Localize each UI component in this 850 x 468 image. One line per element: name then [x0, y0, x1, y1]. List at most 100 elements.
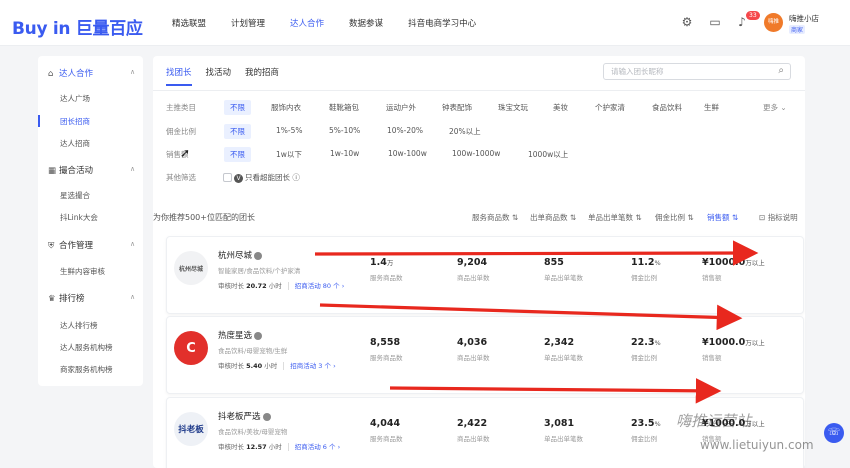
filter-option[interactable]: 运动户外 — [380, 100, 422, 115]
metric-help-button[interactable]: ⊡ 指标说明 — [759, 212, 798, 223]
metric-commission: 22.3% 佣金比例 — [631, 337, 661, 362]
search-icon[interactable]: ⌕ — [778, 65, 784, 76]
tab-divider — [153, 90, 805, 91]
tab-find-activity[interactable]: 找活动 — [206, 66, 232, 86]
user-name[interactable]: 嗨推小店 — [789, 13, 819, 24]
filter-label: 其他筛选 — [166, 173, 196, 182]
chevron-up-icon[interactable]: ∧ — [130, 68, 135, 76]
recommend-title: 为你推荐500+位匹配的团长 — [153, 213, 255, 222]
leader-name[interactable]: 杭州尽城 — [218, 249, 263, 261]
sidebar-item-talent-rank[interactable]: 达人排行榜 — [60, 320, 98, 331]
filter-option[interactable]: 20%以上 — [443, 124, 487, 139]
filter-row-sales: 销售额 不限 1w以下 1w-10w 10w-100w 100w-1000w 1… — [166, 147, 796, 162]
filter-option[interactable]: 1w-10w — [324, 147, 365, 160]
metric-orders: 4,036 商品出单数 — [457, 337, 490, 362]
metric-service: 1.4万 服务商品数 — [370, 257, 403, 282]
filter-option[interactable]: 鞋靴箱包 — [323, 100, 365, 115]
filter-option[interactable]: 100w-1000w — [446, 147, 506, 160]
leader-categories: 智能家居/食品饮料/个护家清 — [218, 267, 301, 275]
leader-card[interactable]: 抖老板 抖老板严选 食品饮料/美妆/母婴宠物 审核时长 12.57 小时 招商活动… — [166, 397, 804, 468]
sort-order-products[interactable]: 出单商品数 ⇅ — [530, 212, 576, 223]
search-input[interactable] — [604, 64, 764, 79]
chevron-up-icon[interactable]: ∧ — [130, 293, 135, 301]
leader-card[interactable]: 杭州尽城 杭州尽城 智能家居/食品饮料/个护家清 审核时长 20.72 小时 招商… — [166, 236, 804, 314]
chevron-up-icon[interactable]: ∧ — [130, 240, 135, 248]
sort-service-count[interactable]: 服务商品数 ⇅ — [472, 212, 518, 223]
sidebar-section-rank[interactable]: ♛ 排行榜 — [48, 292, 85, 304]
leader-logo: C — [174, 331, 208, 365]
filter-option[interactable]: 美妆 — [547, 100, 574, 115]
sidebar-section-talent[interactable]: ⌂ 达人合作 — [48, 67, 93, 79]
shield-icon: ⛨ — [48, 241, 55, 251]
filter-option[interactable]: 钟表配饰 — [436, 100, 478, 115]
filter-option[interactable]: 5%-10% — [323, 124, 366, 137]
info-icon: ⊡ — [759, 213, 766, 222]
avatar[interactable]: 嗨推 — [764, 13, 783, 32]
nav-jingxuan[interactable]: 精选联盟 — [172, 17, 206, 29]
support-chat-icon[interactable]: ☏ — [824, 423, 844, 443]
sidebar: ⌂ 达人合作 ∧ 达人广场 团长招商 达人招商 ▦ 撮合活动 ∧ 星选撮合 抖Lin… — [38, 56, 143, 386]
sidebar-section-match[interactable]: ▦ 撮合活动 — [48, 164, 93, 176]
leader-categories: 食品饮料/美妆/母婴宠物 — [218, 428, 288, 436]
settings-icon[interactable]: ⚙ — [680, 15, 694, 29]
sort-sales[interactable]: 销售额 ⇅ — [707, 212, 738, 223]
tab-find-leader[interactable]: 找团长 — [166, 66, 192, 86]
sidebar-item-link-conf[interactable]: 抖Link大会 — [60, 212, 98, 223]
mouse-cursor-icon: ➚ — [180, 146, 191, 160]
filter-option[interactable]: 10%-20% — [381, 124, 429, 137]
filter-option[interactable]: 不限 — [224, 124, 251, 139]
app-logo[interactable]: Buy in 巨量百应 — [12, 14, 143, 39]
sidebar-item-merchant-agency-rank[interactable]: 商家服务机构榜 — [60, 364, 113, 375]
sidebar-active-indicator — [38, 115, 40, 127]
filter-option[interactable]: 1w以下 — [270, 147, 308, 162]
watermark-url: www.lietuiyun.com — [700, 438, 814, 452]
leader-audit: 审核时长 5.40 小时 招商活动 3 个 › — [218, 362, 336, 370]
activity-link[interactable]: 招商活动 3 个 › — [283, 362, 336, 370]
more-filters-button[interactable]: 更多 ⌄ — [763, 102, 787, 113]
nav-plan[interactable]: 计划管理 — [231, 17, 265, 29]
filter-label: 佣金比例 — [166, 127, 196, 136]
sidebar-item-fresh-review[interactable]: 生鲜内容审核 — [60, 266, 105, 277]
help-icon[interactable]: ⓘ — [292, 173, 300, 182]
chevron-down-icon: ⌄ — [780, 103, 787, 112]
nav-talent[interactable]: 达人合作 — [290, 17, 324, 29]
activity-link[interactable]: 招商活动 6 个 › — [287, 443, 341, 451]
leader-card[interactable]: C 热度星选 食品饮料/母婴宠物/生鲜 审核时长 5.40 小时 招商活动 3 个… — [166, 316, 804, 394]
activity-link[interactable]: 招商活动 80 个 › — [287, 282, 345, 290]
sort-commission[interactable]: 佣金比例 ⇅ — [655, 212, 694, 223]
chevron-right-icon: › — [333, 362, 336, 370]
super-leader-checkbox[interactable] — [223, 173, 232, 182]
metric-sales: ¥1000.0万以上 销售额 — [702, 257, 765, 282]
top-nav: 精选联盟 计划管理 达人合作 数据参谋 抖音电商学习中心 — [172, 17, 501, 29]
sidebar-item-talent-square[interactable]: 达人广场 — [60, 93, 90, 104]
filter-option[interactable]: 不限 — [224, 147, 251, 162]
chevron-right-icon: › — [341, 282, 345, 290]
filter-option[interactable]: 生鲜 — [698, 100, 725, 115]
filter-option[interactable]: 个护家清 — [589, 100, 631, 115]
nav-learning[interactable]: 抖音电商学习中心 — [408, 17, 476, 29]
watermark: 嗨推运营站 — [676, 412, 752, 430]
leader-name[interactable]: 热度星选 — [218, 329, 263, 341]
filter-option[interactable]: 不限 — [224, 100, 251, 115]
chevron-up-icon[interactable]: ∧ — [130, 165, 135, 173]
message-icon[interactable]: ▭ — [708, 15, 722, 29]
sidebar-item-talent-agency-rank[interactable]: 达人服务机构榜 — [60, 342, 113, 353]
metric-single: 3,081 单品出单笔数 — [544, 418, 583, 443]
leader-name[interactable]: 抖老板严选 — [218, 410, 271, 422]
sidebar-section-coop[interactable]: ⛨ 合作管理 — [48, 239, 93, 251]
super-leader-label[interactable]: V 只看超能团长 ⓘ — [234, 172, 300, 183]
tab-my-invite[interactable]: 我的招商 — [245, 66, 279, 86]
filter-option[interactable]: 10w-100w — [382, 147, 433, 160]
sidebar-item-leader-invite[interactable]: 团长招商 — [60, 116, 90, 127]
sidebar-item-star-match[interactable]: 星选撮合 — [60, 190, 90, 201]
filter-option[interactable]: 1000w以上 — [522, 147, 574, 162]
sort-single-orders[interactable]: 单品出单笔数 ⇅ — [588, 212, 642, 223]
verified-icon — [262, 412, 271, 421]
filter-option[interactable]: 服饰内衣 — [265, 100, 307, 115]
nav-data[interactable]: 数据参谋 — [349, 17, 383, 29]
filter-option[interactable]: 食品饮料 — [646, 100, 688, 115]
sidebar-item-talent-invite[interactable]: 达人招商 — [60, 138, 90, 149]
filter-option[interactable]: 珠宝文玩 — [492, 100, 534, 115]
filter-row-commission: 佣金比例 不限 1%-5% 5%-10% 10%-20% 20%以上 — [166, 124, 796, 139]
filter-option[interactable]: 1%-5% — [270, 124, 309, 137]
